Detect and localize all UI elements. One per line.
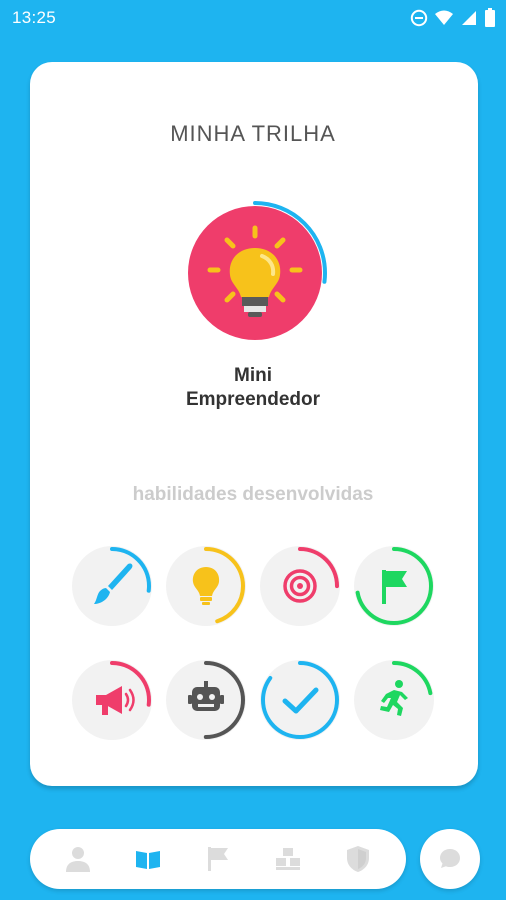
skill-goals[interactable] xyxy=(352,544,436,628)
blocks-icon xyxy=(276,848,300,870)
chat-button[interactable] xyxy=(420,829,480,889)
nav-blocks[interactable] xyxy=(272,843,304,875)
nav-shield[interactable] xyxy=(342,843,374,875)
status-time: 13:25 xyxy=(12,8,57,27)
status-icons xyxy=(410,8,496,28)
book-icon xyxy=(136,851,160,869)
nav-trail[interactable] xyxy=(132,843,164,875)
status-bar: 13:25 xyxy=(0,0,506,36)
skills-title: habilidades desenvolvidas xyxy=(132,484,374,505)
nav-goals[interactable] xyxy=(202,843,234,875)
shield-icon xyxy=(347,846,369,872)
battery-icon xyxy=(484,8,496,28)
skill-communication[interactable] xyxy=(70,658,154,742)
wifi-icon xyxy=(434,9,454,27)
skill-creativity[interactable] xyxy=(70,544,154,628)
nav-profile[interactable] xyxy=(62,843,94,875)
hero-name: Mini Empreendedor xyxy=(185,365,321,410)
skill-completion[interactable] xyxy=(258,658,342,742)
profile-icon xyxy=(66,847,90,872)
skill-technology[interactable] xyxy=(164,658,248,742)
signal-icon xyxy=(460,9,478,27)
chat-bubble-icon xyxy=(440,849,460,868)
do-not-disturb-icon xyxy=(410,9,428,27)
flag-icon xyxy=(208,847,228,871)
skill-ideas[interactable] xyxy=(164,544,248,628)
skill-action[interactable] xyxy=(352,658,436,742)
skill-focus[interactable] xyxy=(258,544,342,628)
hero-badge[interactable] xyxy=(180,198,330,348)
page-title: MINHA TRILHA xyxy=(170,121,336,146)
bottom-nav xyxy=(30,829,406,889)
